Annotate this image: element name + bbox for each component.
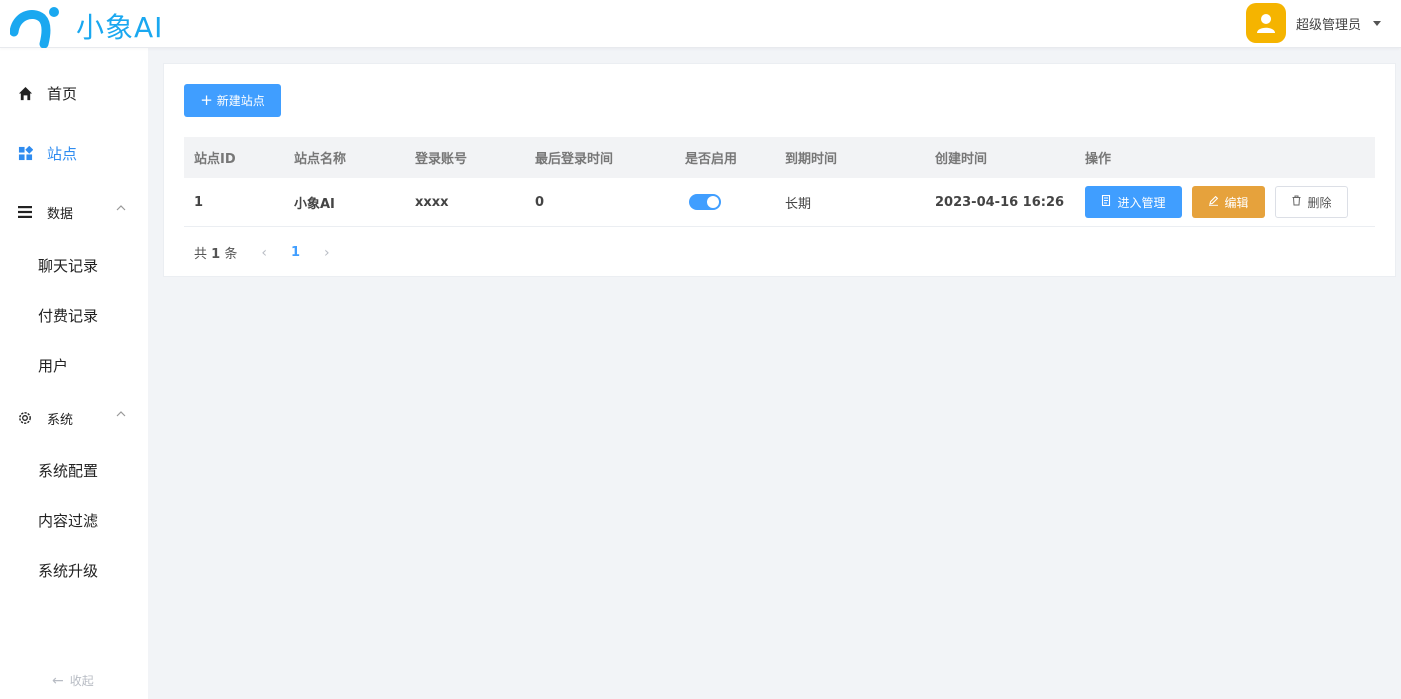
sidebar-item-system-config[interactable]: 系统配置 [0,450,148,490]
menu-list-icon [17,204,33,220]
chevron-up-icon[interactable] [116,205,126,211]
table-header: 站点ID 站点名称 登录账号 最后登录时间 是否启用 到期时间 创建时间 操作 [184,137,1375,178]
chevron-up-icon[interactable] [116,411,126,417]
new-site-label: 新建站点 [216,94,265,108]
col-header: 最后登录时间 [535,152,614,167]
plus-icon: + [200,91,213,109]
sidebar-group-label: 数据 [47,206,74,222]
pagination-total: 共 1 条 [194,247,238,262]
document-icon [1101,194,1112,209]
user-menu[interactable]: 超级管理员 [1245,3,1381,43]
home-icon [17,85,33,101]
trash-icon [1291,195,1302,209]
sidebar-group-label: 系统 [47,412,74,428]
site-grid-icon [17,145,33,161]
user-name: 超级管理员 [1295,17,1361,33]
pagination: 共 1 条 ‹ 1 › [194,243,354,263]
sidebar-item-home[interactable]: 首页 [0,73,148,113]
sites-table: 站点ID 站点名称 登录账号 最后登录时间 是否启用 到期时间 创建时间 操作 … [184,137,1375,227]
col-header: 是否启用 [685,152,738,167]
logo[interactable]: 小象AI [10,4,163,48]
avatar[interactable] [1245,3,1286,43]
table-row: 1 小象AI xxxx 0 长期 2023-04-16 16:26 进入管理 编… [184,178,1375,227]
delete-label: 删除 [1307,195,1332,210]
caret-down-icon[interactable] [1373,20,1381,26]
sidebar-item-label: 站点 [47,144,78,163]
col-header: 创建时间 [935,152,988,167]
collapse-sidebar-button[interactable]: ← 收起 [52,672,94,689]
col-header: 操作 [1085,152,1112,167]
top-header: 小象AI 超级管理员 [0,0,1401,48]
logo-text: 小象AI [76,11,164,44]
page-number-current[interactable]: 1 [291,245,300,260]
sidebar-group-system[interactable]: 系统 [0,398,148,438]
sidebar-item-site[interactable]: 站点 [0,133,148,173]
cell-site-id: 1 [194,194,204,210]
cell-expire: 长期 [785,196,812,212]
sidebar-item-users[interactable]: 用户 [0,345,148,385]
new-site-button[interactable]: + 新建站点 [184,84,281,117]
gear-icon [17,410,33,426]
col-header: 站点名称 [294,152,347,167]
chevron-left-icon[interactable]: ‹ [261,245,267,261]
sidebar-item-system-upgrade[interactable]: 系统升级 [0,550,148,590]
cell-enabled [675,194,775,210]
cell-created: 2023-04-16 16:26 [935,194,1065,210]
edit-label: 编辑 [1224,195,1249,210]
col-header: 到期时间 [785,152,838,167]
pencil-icon [1208,195,1219,209]
arrow-left-icon: ← [52,672,64,689]
sidebar-item-label: 首页 [47,84,78,103]
cell-actions: 进入管理 编辑 删除 [1075,186,1375,218]
col-header: 站点ID [194,152,236,167]
sidebar: 首页 站点 数据 聊天记录 付费记录 用户 系统 系统配置 内容过滤 系统升级 … [0,48,148,699]
sites-card: + 新建站点 站点ID 站点名称 登录账号 最后登录时间 是否启用 到期时间 创… [163,63,1396,277]
logo-mark-icon [10,7,59,48]
edit-button[interactable]: 编辑 [1192,186,1265,218]
cell-site-name: 小象AI [294,196,335,212]
sidebar-item-pay-records[interactable]: 付费记录 [0,295,148,335]
sidebar-group-data[interactable]: 数据 [0,192,148,232]
chevron-right-icon[interactable]: › [324,245,330,261]
user-icon [1256,14,1275,33]
cell-last-login: 0 [535,194,545,210]
sidebar-item-content-filter[interactable]: 内容过滤 [0,500,148,540]
enter-manage-button[interactable]: 进入管理 [1085,186,1182,218]
cell-account: xxxx [415,194,449,210]
delete-button[interactable]: 删除 [1275,186,1348,218]
enabled-switch[interactable] [689,194,721,210]
sidebar-item-chat-records[interactable]: 聊天记录 [0,245,148,285]
col-header: 登录账号 [415,152,468,167]
enter-manage-label: 进入管理 [1117,195,1166,210]
collapse-label: 收起 [69,674,94,688]
